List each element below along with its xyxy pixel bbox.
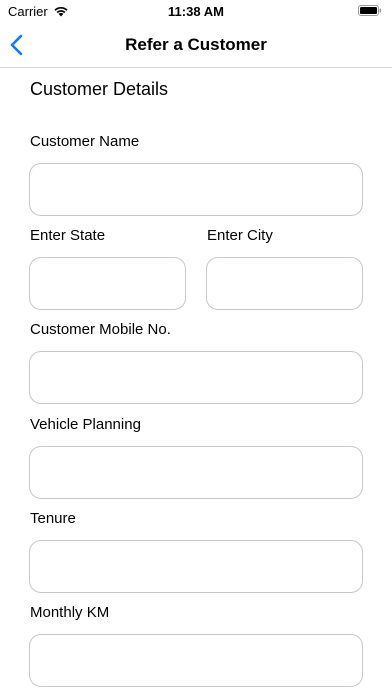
mobile-input[interactable] [29,351,363,404]
mobile-label: Customer Mobile No. [30,321,171,338]
vehicle-planning-input[interactable] [29,446,363,499]
city-label: Enter City [207,227,273,244]
tenure-input[interactable] [29,540,363,593]
status-bar: Carrier 11:38 AM [0,0,392,24]
state-input[interactable] [29,257,186,310]
tenure-label: Tenure [30,510,76,527]
customer-name-input[interactable] [29,163,363,216]
monthly-km-label: Monthly KM [30,604,110,621]
vehicle-planning-label: Vehicle Planning [30,416,141,433]
state-label: Enter State [30,227,106,244]
battery-icon [358,5,382,16]
navigation-bar: Refer a Customer [0,24,392,68]
monthly-km-input[interactable] [29,634,363,687]
status-time: 11:38 AM [168,4,224,19]
section-title: Customer Details [30,79,169,99]
page-title: Refer a Customer [125,35,267,54]
customer-name-label: Customer Name [30,133,140,150]
city-input[interactable] [206,257,363,310]
